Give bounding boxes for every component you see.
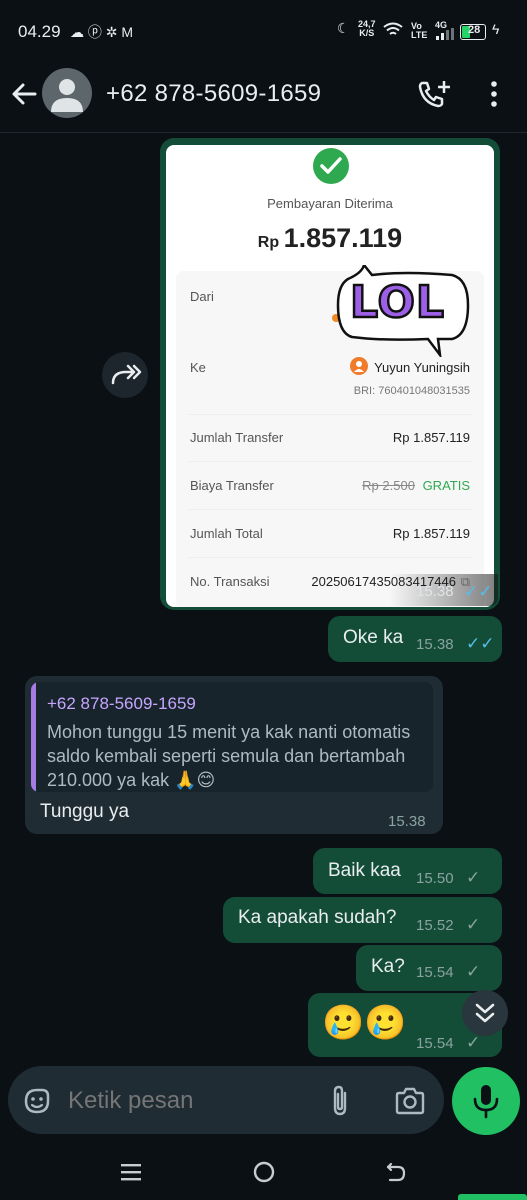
success-check-icon <box>313 148 349 184</box>
network-speed: 24,7 K/S <box>358 20 376 38</box>
edge-indicator <box>458 1194 527 1200</box>
quote-text: Mohon tunggu 15 menit ya kak nanti otoma… <box>47 722 411 790</box>
total-row: Jumlah Total Rp 1.857.119 <box>190 526 470 541</box>
add-call-icon[interactable] <box>417 79 451 109</box>
message-time: 15.54 <box>416 1035 454 1052</box>
amount-value: 1.857.119 <box>283 223 403 253</box>
divider <box>188 557 472 558</box>
battery-icon: 28 <box>460 24 486 40</box>
message-composer[interactable] <box>8 1066 444 1134</box>
speed-unit: K/S <box>359 28 375 38</box>
to-row: Ke Yuyun Yuningsih <box>190 360 470 375</box>
status-bar: 04.29 ☁ ⓟ ✲ M ☾ 24,7 K/S Vo LTE 4G 28 ϟ <box>0 0 527 64</box>
system-navigation-bar <box>0 1150 527 1200</box>
message-text: Baik kaa <box>328 860 401 881</box>
battery-level: 28 <box>468 24 481 36</box>
message-time: 15.54 <box>416 964 454 981</box>
divider <box>188 414 472 415</box>
sticker-icon[interactable] <box>22 1086 52 1116</box>
recent-apps-icon[interactable] <box>120 1162 142 1182</box>
transaction-label: No. Transaksi <box>190 574 270 589</box>
scroll-to-bottom-button[interactable] <box>462 990 508 1036</box>
sent-tick-icon: ✓ <box>466 868 481 887</box>
fee-free: GRATIS <box>422 478 470 493</box>
divider <box>188 461 472 462</box>
currency-label: Rp <box>257 234 280 251</box>
header-divider <box>0 132 527 133</box>
home-icon[interactable] <box>252 1160 276 1184</box>
image-time: 15.38 <box>416 583 454 600</box>
message-text: Ka apakah sudah? <box>238 907 397 928</box>
microphone-icon <box>473 1085 499 1119</box>
message-outgoing[interactable]: Baik kaa 15.50 ✓ <box>313 848 502 894</box>
contact-avatar[interactable] <box>42 68 92 118</box>
message-incoming[interactable]: +62 878-5609-1659 Mohon tunggu 15 menit … <box>25 676 443 834</box>
more-options-icon[interactable] <box>488 80 500 108</box>
forward-icon <box>111 364 142 385</box>
default-avatar-icon <box>51 79 83 112</box>
from-label: Dari <box>190 289 214 304</box>
to-account: BRI: 760401048031535 <box>353 385 470 397</box>
message-outgoing[interactable]: Oke ka 15.38 ✓✓ <box>328 616 502 662</box>
attach-icon[interactable] <box>328 1084 352 1118</box>
message-text: Tunggu ya <box>40 801 130 822</box>
fee-old: Rp 2.500 <box>362 478 415 493</box>
fee-row: Biaya Transfer Rp 2.500 GRATIS <box>190 478 470 493</box>
to-label: Ke <box>190 360 206 375</box>
double-chevron-down-icon <box>475 1003 495 1023</box>
message-outgoing[interactable]: Ka apakah sudah? 15.52 ✓ <box>223 897 502 943</box>
back-arrow-icon[interactable] <box>10 80 38 108</box>
payment-receipt-image[interactable]: Pembayaran Diterima Rp 1.857.119 Dari Ke… <box>166 145 494 607</box>
message-time: 15.38 <box>416 636 454 653</box>
contact-name[interactable]: +62 878-5609-1659 <box>106 80 321 108</box>
sent-tick-icon: ✓ <box>466 1033 481 1052</box>
receipt-amount: Rp 1.857.119 <box>166 223 494 254</box>
read-receipt-icon: ✓✓ <box>466 634 495 653</box>
message-time: 15.52 <box>416 917 454 934</box>
quote-bar <box>31 682 36 792</box>
forward-button[interactable] <box>102 352 148 398</box>
read-receipt-icon: ✓✓ <box>464 582 493 601</box>
back-nav-icon[interactable] <box>385 1160 407 1184</box>
fee-label: Biaya Transfer <box>190 478 274 493</box>
message-input[interactable] <box>66 1084 310 1118</box>
message-emoji: 🥲🥲 <box>322 1004 407 1042</box>
volte-indicator: Vo LTE <box>411 21 428 40</box>
transfer-value: Rp 1.857.119 <box>392 430 470 445</box>
sent-tick-icon: ✓ <box>466 962 481 981</box>
notification-icons: ☁ ⓟ ✲ M <box>70 24 134 40</box>
quote-sender: +62 878-5609-1659 <box>47 694 196 713</box>
moon-icon: ☾ <box>337 20 350 36</box>
sent-tick-icon: ✓ <box>466 915 481 934</box>
receipt-title: Pembayaran Diterima <box>267 196 393 211</box>
message-text: Ka? <box>371 956 405 977</box>
voice-record-button[interactable] <box>452 1067 520 1135</box>
lol-sticker: LOL <box>334 262 470 360</box>
recipient-avatar-icon <box>350 357 368 375</box>
total-value: Rp 1.857.119 <box>392 526 470 541</box>
to-name: Yuyun Yuningsih <box>374 360 470 375</box>
transfer-label: Jumlah Transfer <box>190 430 284 445</box>
divider <box>188 509 472 510</box>
total-label: Jumlah Total <box>190 526 263 541</box>
wifi-icon <box>383 22 403 35</box>
message-time: 15.50 <box>416 870 454 887</box>
charging-icon: ϟ <box>492 21 500 37</box>
camera-icon[interactable] <box>394 1086 426 1116</box>
signal-icon <box>436 28 454 40</box>
transfer-row: Jumlah Transfer Rp 1.857.119 <box>190 430 470 445</box>
quoted-reply[interactable]: +62 878-5609-1659 Mohon tunggu 15 menit … <box>31 682 433 792</box>
message-time: 15.38 <box>388 813 426 830</box>
message-text: Oke ka <box>343 627 404 648</box>
message-outgoing[interactable]: Ka? 15.54 ✓ <box>356 945 502 991</box>
status-time: 04.29 <box>18 22 61 41</box>
sticker-text: LOL <box>349 276 445 330</box>
